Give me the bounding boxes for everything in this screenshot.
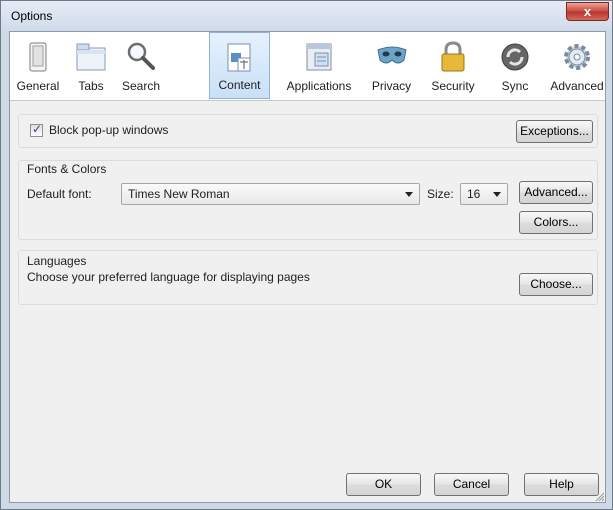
close-button[interactable]: x <box>566 2 609 21</box>
default-font-value: Times New Roman <box>128 187 230 201</box>
block-popup-checkbox[interactable]: ✓ <box>30 122 43 137</box>
tab-applications[interactable]: Applications <box>277 32 361 99</box>
tab-content[interactable]: Content <box>209 32 270 99</box>
popup-group: ✓ Block pop-up windows Exceptions... <box>18 114 598 148</box>
options-window: Options x General Tabs Search Content Ap… <box>0 0 613 510</box>
languages-group: Languages Choose your preferred language… <box>18 250 598 305</box>
colors-button[interactable]: Colors... <box>519 211 593 234</box>
tab-general[interactable]: General <box>12 32 64 99</box>
tab-search[interactable]: Search <box>116 32 166 99</box>
tab-label: Search <box>121 79 161 93</box>
tab-advanced[interactable]: Advanced <box>548 32 606 99</box>
switch-icon <box>29 42 47 72</box>
font-size-value: 16 <box>467 187 481 201</box>
tab-label: Security <box>431 79 475 93</box>
font-size-select[interactable]: 16 <box>460 183 508 205</box>
tab-sync[interactable]: Sync <box>491 32 539 99</box>
size-label: Size: <box>427 187 454 201</box>
chevron-down-icon <box>405 192 413 197</box>
padlock-icon <box>441 41 465 72</box>
tab-label: Sync <box>501 79 529 93</box>
default-font-label: Default font: <box>27 187 92 201</box>
default-font-select[interactable]: Times New Roman <box>121 183 420 205</box>
preferences-toolbar: General Tabs Search Content Applications… <box>10 32 605 101</box>
fonts-colors-group: Fonts & Colors Default font: Times New R… <box>18 160 598 240</box>
checkmark-icon: ✓ <box>32 122 43 136</box>
tab-label: Content <box>218 78 261 92</box>
applications-window-icon <box>306 43 332 71</box>
cancel-button[interactable]: Cancel <box>434 473 509 496</box>
languages-description: Choose your preferred language for displ… <box>27 270 310 284</box>
block-popup-label: Block pop-up windows <box>49 123 169 137</box>
tab-security[interactable]: Security <box>423 32 483 99</box>
languages-heading: Languages <box>27 254 87 268</box>
chevron-down-icon <box>493 192 501 197</box>
ok-button[interactable]: OK <box>346 473 421 496</box>
sync-arrows-icon <box>501 43 529 71</box>
tab-label: Advanced <box>550 79 604 93</box>
help-button[interactable]: Help <box>524 473 599 496</box>
tab-privacy[interactable]: Privacy <box>366 32 417 99</box>
privacy-mask-icon <box>376 46 407 64</box>
advanced-fonts-button[interactable]: Advanced... <box>519 181 593 204</box>
tab-label: Tabs <box>78 79 104 93</box>
tab-label: Applications <box>286 79 352 93</box>
exceptions-button[interactable]: Exceptions... <box>516 120 593 143</box>
dialog-client-area: General Tabs Search Content Applications… <box>9 31 606 503</box>
window-title: Options <box>11 9 53 23</box>
gear-icon <box>564 44 590 70</box>
tabs-window-icon <box>76 43 106 71</box>
resize-grip-icon[interactable] <box>594 491 604 501</box>
content-page-icon <box>227 43 250 72</box>
tab-label: General <box>16 79 60 93</box>
tab-label: Privacy <box>371 79 412 93</box>
fonts-colors-heading: Fonts & Colors <box>27 162 107 176</box>
tab-tabs[interactable]: Tabs <box>66 32 116 99</box>
choose-language-button[interactable]: Choose... <box>519 273 593 296</box>
magnifier-icon <box>127 42 155 70</box>
title-bar[interactable]: Options x <box>1 1 612 31</box>
